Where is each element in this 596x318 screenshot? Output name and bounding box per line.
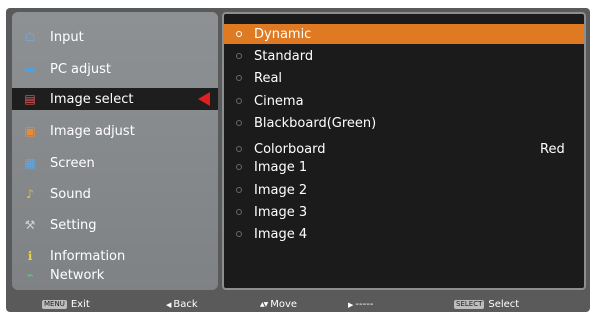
menu-item-label: Image select <box>50 91 134 107</box>
radio-icon <box>236 31 242 37</box>
network-icon: ⌁ <box>26 268 34 282</box>
option-label: Image 4 <box>254 226 308 242</box>
radio-icon <box>236 209 242 215</box>
menu-item-input[interactable]: ☖ Input <box>12 26 218 48</box>
exit-hint: MENU Exit <box>42 299 90 310</box>
information-icon: ℹ <box>27 249 33 263</box>
option-image-3[interactable]: Image 3 <box>224 202 584 222</box>
option-standard[interactable]: Standard <box>224 46 584 66</box>
selected-arrow-icon <box>198 92 210 106</box>
select-label: Select <box>488 299 520 310</box>
menu-item-label: Screen <box>50 155 95 171</box>
move-arrows-icon: ▲▼ <box>260 301 268 308</box>
select-hint: SELECT Select <box>454 299 519 310</box>
radio-icon <box>236 231 242 237</box>
next-arrow-icon: ▶ <box>348 300 354 309</box>
move-hint: ▲▼ Move <box>260 299 297 310</box>
option-label: Image 3 <box>254 204 308 220</box>
radio-icon <box>236 120 242 126</box>
option-label: Image 1 <box>254 159 308 175</box>
option-image-1[interactable]: Image 1 <box>224 157 584 177</box>
projector-menu-screen: ☖ Input ▬ PC adjust ▤ Image select ▣ Ima… <box>6 8 590 312</box>
option-dynamic[interactable]: Dynamic <box>224 24 584 44</box>
next-label: ----- <box>355 299 374 310</box>
option-image-2[interactable]: Image 2 <box>224 180 584 200</box>
option-label: Blackboard(Green) <box>254 115 377 131</box>
screen-icon: ▦ <box>24 156 36 170</box>
radio-icon <box>236 98 242 104</box>
image-select-options-panel: Dynamic Standard Real Cinema Blackboard(… <box>222 12 586 290</box>
radio-icon <box>236 75 242 81</box>
menu-item-sound[interactable]: ♪ Sound <box>12 183 218 205</box>
select-key-icon: SELECT <box>454 300 485 309</box>
menu-item-label: Sound <box>50 186 91 202</box>
main-menu: ☖ Input ▬ PC adjust ▤ Image select ▣ Ima… <box>12 12 218 290</box>
image-select-icon: ▤ <box>24 92 36 106</box>
menu-item-label: Setting <box>50 217 97 233</box>
menu-item-pc-adjust[interactable]: ▬ PC adjust <box>12 58 218 80</box>
option-label: Dynamic <box>254 26 312 42</box>
option-image-4[interactable]: Image 4 <box>224 224 584 244</box>
move-label: Move <box>270 299 298 310</box>
menu-item-screen[interactable]: ▦ Screen <box>12 152 218 174</box>
menu-item-label: Input <box>50 29 84 45</box>
menu-item-network[interactable]: ⌁ Network <box>12 264 218 286</box>
input-icon: ☖ <box>24 30 36 44</box>
option-label: Colorboard <box>254 141 326 157</box>
status-bar: MENU Exit ◀ Back ▲▼ Move ▶ ----- SELECT … <box>6 298 590 312</box>
option-colorboard[interactable]: Colorboard Red <box>224 139 584 159</box>
radio-icon <box>236 164 242 170</box>
menu-item-label: Image adjust <box>50 123 135 139</box>
option-cinema[interactable]: Cinema <box>224 91 584 111</box>
menu-item-label: Information <box>50 248 126 264</box>
option-real[interactable]: Real <box>224 68 584 88</box>
option-label: Image 2 <box>254 182 308 198</box>
menu-item-label: PC adjust <box>50 61 111 77</box>
radio-icon <box>236 146 242 152</box>
menu-item-label: Network <box>50 267 105 283</box>
menu-item-image-select[interactable]: ▤ Image select <box>12 88 218 110</box>
menu-item-setting[interactable]: ⚒ Setting <box>12 214 218 236</box>
exit-label: Exit <box>70 299 90 310</box>
back-arrow-icon: ◀ <box>166 300 172 309</box>
option-label: Standard <box>254 48 314 64</box>
option-label: Cinema <box>254 93 304 109</box>
radio-icon <box>236 53 242 59</box>
menu-key-icon: MENU <box>42 300 67 309</box>
image-adjust-icon: ▣ <box>24 124 36 138</box>
radio-icon <box>236 187 242 193</box>
option-blackboard-green[interactable]: Blackboard(Green) <box>224 113 584 133</box>
sound-icon: ♪ <box>26 187 34 201</box>
colorboard-value: Red <box>540 141 565 157</box>
back-hint: ◀ Back <box>166 299 198 310</box>
pc-adjust-icon: ▬ <box>24 62 36 76</box>
setting-icon: ⚒ <box>24 218 36 232</box>
option-label: Real <box>254 70 283 86</box>
next-hint: ▶ ----- <box>348 299 373 310</box>
menu-item-image-adjust[interactable]: ▣ Image adjust <box>12 120 218 142</box>
back-label: Back <box>173 299 198 310</box>
